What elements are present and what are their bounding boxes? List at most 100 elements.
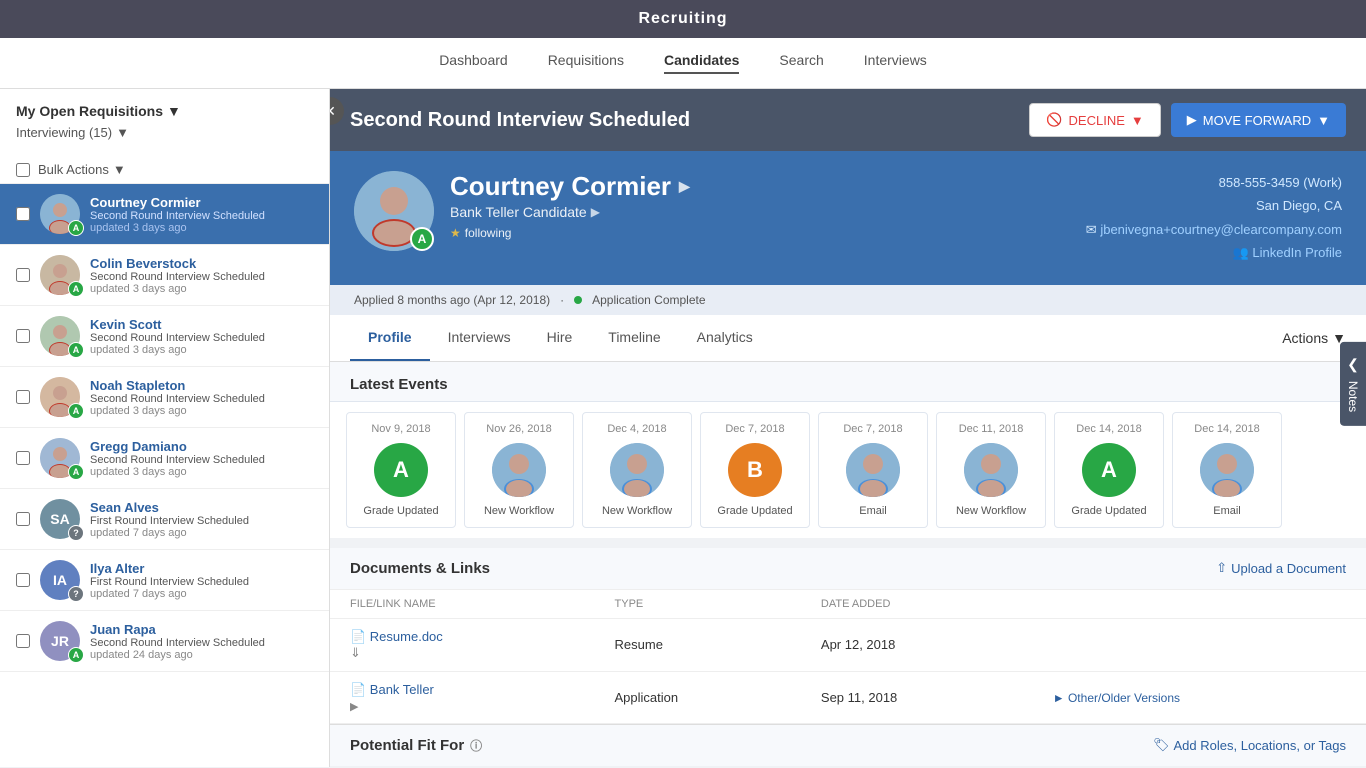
candidate-list: ACourtney CormierSecond Round Interview … bbox=[0, 184, 329, 672]
candidate-status: Second Round Interview Scheduled bbox=[90, 332, 313, 344]
grade-badge: A bbox=[68, 647, 84, 663]
candidate-list-item[interactable]: AKevin ScottSecond Round Interview Sched… bbox=[0, 306, 329, 367]
latest-events-title: Latest Events bbox=[330, 362, 1366, 402]
candidate-status-title: Second Round Interview Scheduled bbox=[350, 109, 690, 132]
app-title: Recruiting bbox=[638, 10, 727, 27]
candidate-status: Second Round Interview Scheduled bbox=[90, 393, 313, 405]
download-icon[interactable]: ⇓ bbox=[350, 645, 361, 660]
tab-hire[interactable]: Hire bbox=[529, 315, 591, 361]
event-card[interactable]: Dec 14, 2018AGrade Updated bbox=[1054, 412, 1164, 528]
events-container: Nov 9, 2018AGrade UpdatedNov 26, 2018 Ne… bbox=[330, 402, 1366, 538]
status-separator: · bbox=[560, 293, 564, 307]
candidate-checkbox[interactable] bbox=[16, 207, 30, 221]
decline-button[interactable]: 🚫 DECLINE ▼ bbox=[1029, 103, 1160, 137]
event-label: New Workflow bbox=[473, 505, 565, 517]
upload-document-button[interactable]: ⇧ Upload a Document bbox=[1216, 560, 1346, 576]
col-date: DATE ADDED bbox=[801, 590, 1033, 619]
event-card[interactable]: Nov 26, 2018 New Workflow bbox=[464, 412, 574, 528]
event-card[interactable]: Dec 7, 2018BGrade Updated bbox=[700, 412, 810, 528]
event-avatar bbox=[1200, 443, 1254, 497]
candidate-list-item[interactable]: AColin BeverstockSecond Round Interview … bbox=[0, 245, 329, 306]
role-link-icon[interactable]: ▶ bbox=[591, 205, 600, 219]
tab-analytics[interactable]: Analytics bbox=[679, 315, 771, 361]
other-versions-link[interactable]: ► Other/Older Versions bbox=[1053, 691, 1180, 705]
external-link-icon[interactable]: ▶ bbox=[679, 178, 690, 195]
notes-label: Notes bbox=[1346, 381, 1360, 412]
grade-badge: ? bbox=[68, 525, 84, 541]
event-card[interactable]: Dec 11, 2018 New Workflow bbox=[936, 412, 1046, 528]
events-row: Nov 9, 2018AGrade UpdatedNov 26, 2018 Ne… bbox=[346, 412, 1350, 528]
move-forward-button[interactable]: ▶ MOVE FORWARD ▼ bbox=[1171, 103, 1346, 137]
main-layout: My Open Requisitions ▼ Interviewing (15)… bbox=[0, 89, 1366, 767]
event-label: Grade Updated bbox=[709, 505, 801, 517]
candidate-info: Juan RapaSecond Round Interview Schedule… bbox=[90, 622, 313, 661]
actions-dropdown-button[interactable]: Actions ▼ bbox=[1282, 330, 1346, 346]
candidate-checkbox[interactable] bbox=[16, 573, 30, 587]
candidate-checkbox[interactable] bbox=[16, 329, 30, 343]
document-row: 📄 Resume.doc ⇓ResumeApr 12, 2018 bbox=[330, 618, 1366, 671]
event-avatar bbox=[964, 443, 1018, 497]
candidate-list-item[interactable]: JRAJuan RapaSecond Round Interview Sched… bbox=[0, 611, 329, 672]
main-content: ✕ Second Round Interview Scheduled 🚫 DEC… bbox=[330, 89, 1366, 767]
bulk-actions-button[interactable]: Bulk Actions ▼ bbox=[38, 162, 126, 177]
candidate-status: First Round Interview Scheduled bbox=[90, 515, 313, 527]
chevron-down-icon[interactable]: ▼ bbox=[167, 103, 181, 119]
add-roles-button[interactable]: 🏷 Add Roles, Locations, or Tags bbox=[1153, 737, 1346, 753]
nav-dashboard[interactable]: Dashboard bbox=[439, 52, 508, 74]
nav-requisitions[interactable]: Requisitions bbox=[548, 52, 624, 74]
tabs-bar: Profile Interviews Hire Timeline Analyti… bbox=[330, 315, 1366, 362]
grade-badge: A bbox=[68, 281, 84, 297]
event-label: Email bbox=[827, 505, 919, 517]
candidate-checkbox[interactable] bbox=[16, 390, 30, 404]
event-date: Dec 14, 2018 bbox=[1181, 423, 1273, 435]
candidate-checkbox[interactable] bbox=[16, 268, 30, 282]
latest-events-section: Latest Events Nov 9, 2018AGrade UpdatedN… bbox=[330, 362, 1366, 538]
nav-search[interactable]: Search bbox=[779, 52, 823, 74]
candidate-checkbox[interactable] bbox=[16, 451, 30, 465]
external-link-icon[interactable]: ▶ bbox=[350, 701, 358, 713]
grade-badge: A bbox=[68, 220, 84, 236]
candidate-list-item[interactable]: ACourtney CormierSecond Round Interview … bbox=[0, 184, 329, 245]
bulk-select-all-checkbox[interactable] bbox=[16, 163, 30, 177]
candidate-info: Sean AlvesFirst Round Interview Schedule… bbox=[90, 500, 313, 539]
tab-interviews[interactable]: Interviews bbox=[430, 315, 529, 361]
candidate-checkbox[interactable] bbox=[16, 512, 30, 526]
col-type: TYPE bbox=[595, 590, 801, 619]
candidate-updated: updated 3 days ago bbox=[90, 283, 313, 295]
candidate-name: Courtney Cormier ▶ bbox=[450, 171, 690, 202]
candidate-header: Second Round Interview Scheduled 🚫 DECLI… bbox=[330, 89, 1366, 151]
event-card[interactable]: Nov 9, 2018AGrade Updated bbox=[346, 412, 456, 528]
notes-panel[interactable]: ❮ Notes bbox=[1340, 342, 1366, 426]
candidate-list-item[interactable]: IA?Ilya AlterFirst Round Interview Sched… bbox=[0, 550, 329, 611]
event-date: Dec 4, 2018 bbox=[591, 423, 683, 435]
email-link[interactable]: jbenivegna+courtney@clearcompany.com bbox=[1100, 222, 1342, 237]
chevron-down-icon-4: ▼ bbox=[1131, 113, 1144, 128]
profile-left: A Courtney Cormier ▶ Bank Teller Candida… bbox=[354, 171, 690, 251]
event-avatar: B bbox=[728, 443, 782, 497]
candidate-name: Ilya Alter bbox=[90, 561, 313, 576]
candidate-avatar-wrap: IA? bbox=[40, 560, 80, 600]
nav-interviews[interactable]: Interviews bbox=[864, 52, 927, 74]
chevron-left-icon: ❮ bbox=[1347, 356, 1359, 373]
candidate-checkbox[interactable] bbox=[16, 634, 30, 648]
candidate-list-item[interactable]: AGregg DamianoSecond Round Interview Sch… bbox=[0, 428, 329, 489]
candidate-avatar-wrap: SA? bbox=[40, 499, 80, 539]
grade-badge: A bbox=[68, 403, 84, 419]
doc-link[interactable]: 📄 Resume.doc bbox=[350, 629, 575, 645]
candidate-list-item[interactable]: SA? Sean AlvesFirst Round Interview Sched… bbox=[0, 489, 329, 550]
grade-badge: A bbox=[68, 464, 84, 480]
tab-timeline[interactable]: Timeline bbox=[590, 315, 678, 361]
event-card[interactable]: Dec 7, 2018 Email bbox=[818, 412, 928, 528]
tab-profile[interactable]: Profile bbox=[350, 315, 430, 361]
event-card[interactable]: Dec 4, 2018 New Workflow bbox=[582, 412, 692, 528]
header-actions: 🚫 DECLINE ▼ ▶ MOVE FORWARD ▼ bbox=[1029, 103, 1346, 137]
documents-section: Documents & Links ⇧ Upload a Document FI… bbox=[330, 548, 1366, 724]
candidate-list-item[interactable]: ANoah StapletonSecond Round Interview Sc… bbox=[0, 367, 329, 428]
linkedin-link[interactable]: LinkedIn Profile bbox=[1252, 245, 1342, 260]
doc-link[interactable]: 📄 Bank Teller bbox=[350, 682, 575, 698]
event-card[interactable]: Dec 14, 2018 Email bbox=[1172, 412, 1282, 528]
chevron-down-icon-2[interactable]: ▼ bbox=[116, 125, 129, 140]
candidate-phone: 858-555-3459 (Work) bbox=[1086, 171, 1342, 194]
nav-candidates[interactable]: Candidates bbox=[664, 52, 739, 74]
candidate-avatar-wrap: A bbox=[40, 438, 80, 478]
